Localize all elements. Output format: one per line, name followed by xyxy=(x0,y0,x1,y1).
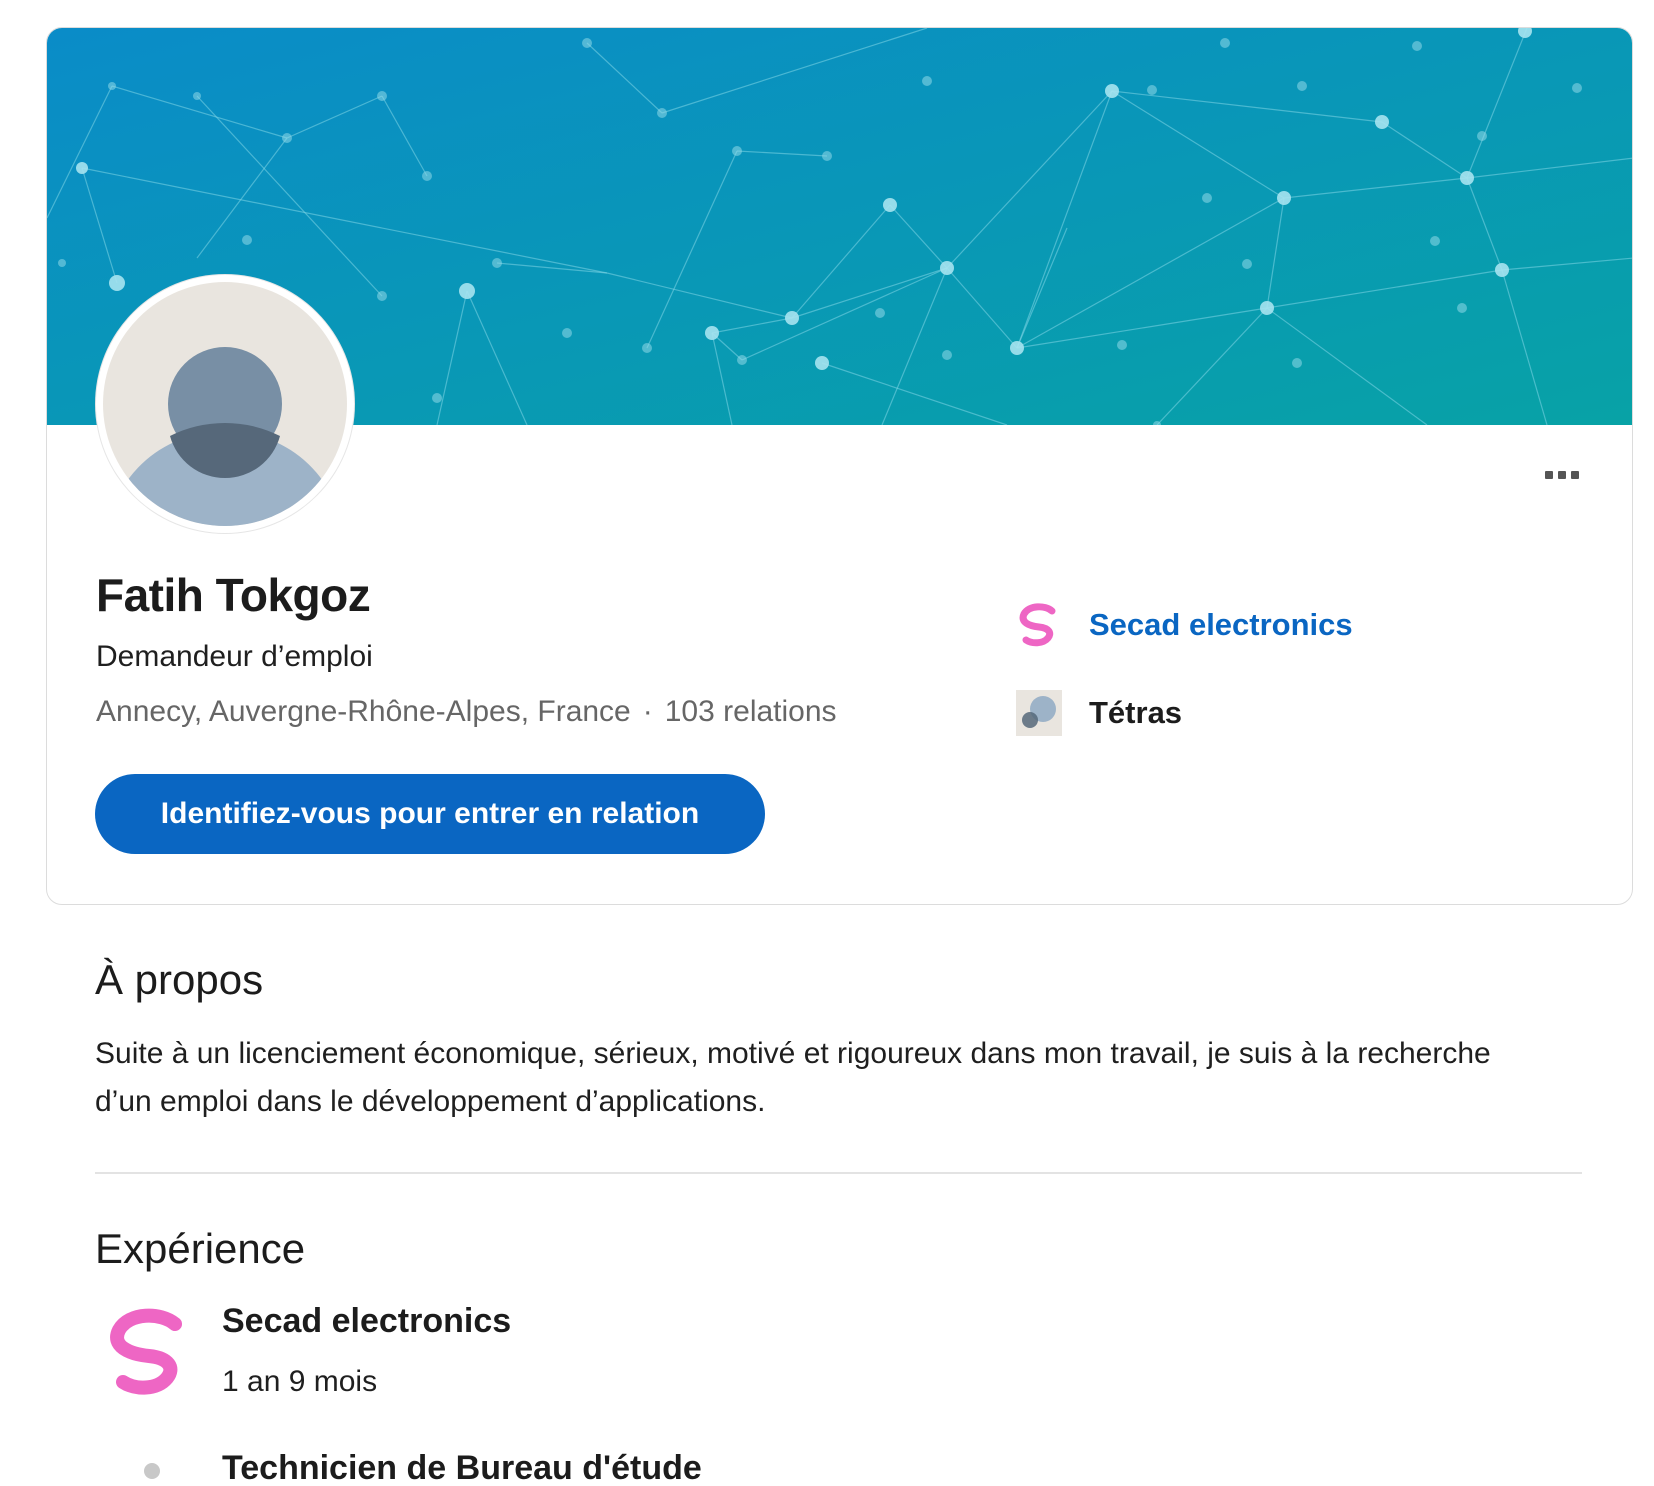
experience-duration: 1 an 9 mois xyxy=(222,1365,378,1398)
experience-role-title: Technicien de Bureau d'étude xyxy=(222,1449,702,1486)
company-link-tetras[interactable]: Tétras xyxy=(1014,688,1182,738)
profile-location: Annecy, Auvergne-Rhône-Alpes, France xyxy=(96,695,631,728)
company-label-secad[interactable]: Secad electronics xyxy=(1089,607,1353,643)
more-horizontal-icon xyxy=(1545,471,1553,479)
more-options-button[interactable] xyxy=(1532,460,1592,490)
profile-name: Fatih Tokgoz xyxy=(96,569,371,621)
profile-connections[interactable]: 103 relations xyxy=(665,695,837,728)
secad-logo-icon[interactable] xyxy=(105,1304,193,1400)
about-text: Suite à un licenciement économique, séri… xyxy=(95,1037,1491,1118)
about-heading: À propos xyxy=(95,956,264,1003)
secad-logo-icon xyxy=(1014,600,1064,650)
company-label-tetras: Tétras xyxy=(1089,695,1183,730)
default-avatar-icon xyxy=(103,282,347,526)
meta-separator: · xyxy=(642,695,653,728)
section-divider xyxy=(95,1172,1582,1174)
tetras-logo-icon xyxy=(1014,688,1064,738)
profile-avatar xyxy=(96,275,354,533)
connect-button[interactable]: Identifiez-vous pour entrer en relation xyxy=(95,774,765,854)
profile-card: Fatih Tokgoz Demandeur d’emploi Annecy, … xyxy=(46,27,1633,905)
company-link-secad[interactable]: Secad electronics xyxy=(1014,600,1353,650)
timeline-dot xyxy=(144,1463,160,1479)
profile-headline: Demandeur d’emploi xyxy=(96,640,373,673)
experience-heading: Expérience xyxy=(95,1225,306,1272)
profile-meta: Annecy, Auvergne-Rhône-Alpes, France · 103… xyxy=(96,695,837,729)
experience-company[interactable]: Secad electronics xyxy=(222,1302,511,1341)
